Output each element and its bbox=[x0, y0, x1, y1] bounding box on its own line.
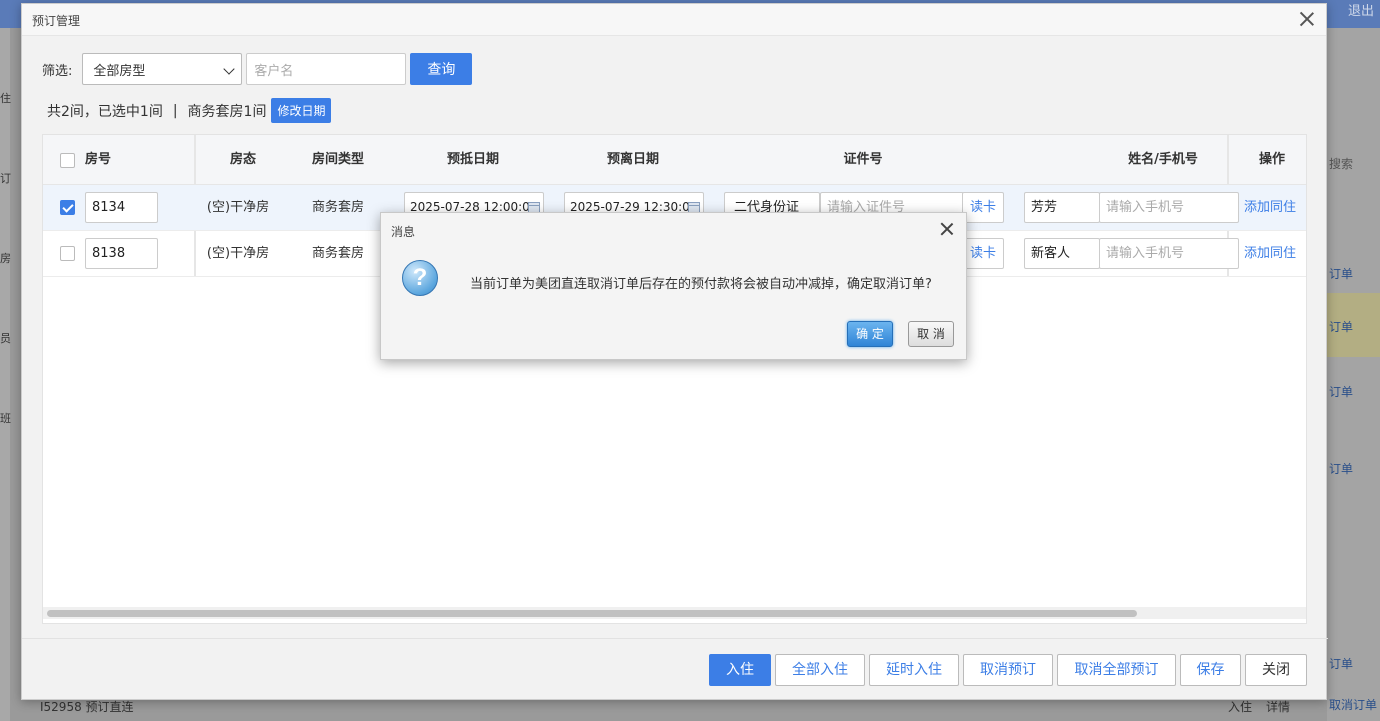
bg-nav-char[interactable]: 住 bbox=[0, 90, 11, 106]
save-button[interactable]: 保存 bbox=[1180, 654, 1241, 686]
logout-link[interactable]: 退出 bbox=[1348, 0, 1374, 19]
read-card-button[interactable]: 读卡 bbox=[962, 192, 1004, 223]
background-right-column: 搜索 订单 订单 订单 订单 订单 取消订单 bbox=[1327, 28, 1380, 721]
header-leave-date: 预离日期 bbox=[606, 152, 659, 167]
rooms-table: 房号 房态 房间类型 预抵日期 预离日期 证件号 姓名/手机号 操作 8134 … bbox=[42, 134, 1307, 624]
delay-check-in-button[interactable]: 延时入住 bbox=[869, 654, 959, 686]
message-header: 消息 bbox=[381, 213, 966, 245]
scrollbar-thumb[interactable] bbox=[47, 610, 1137, 617]
cancel-booking-button[interactable]: 取消预订 bbox=[963, 654, 1053, 686]
query-button[interactable]: 查询 bbox=[410, 53, 473, 85]
close-icon[interactable] bbox=[1298, 10, 1316, 28]
add-cohabitant-link[interactable]: 添加同住 bbox=[1244, 231, 1296, 277]
bg-order-link[interactable]: 订单 bbox=[1327, 460, 1380, 477]
cancel-all-bookings-button[interactable]: 取消全部预订 bbox=[1057, 654, 1176, 686]
dialog-title: 预订管理 bbox=[32, 14, 81, 28]
cancel-button[interactable]: 取 消 bbox=[908, 321, 954, 347]
selection-summary: 共2间，已选中1间 | 商务套房1间 修改日期 bbox=[47, 98, 332, 123]
confirm-button[interactable]: 确 定 bbox=[847, 321, 893, 347]
dialog-header: 预订管理 bbox=[22, 4, 1326, 36]
message-title: 消息 bbox=[391, 225, 416, 239]
customer-name-input[interactable]: 客户名 bbox=[246, 53, 407, 85]
room-type-value: 全部房型 bbox=[93, 63, 146, 79]
selected-room-text: 商务套房1间 bbox=[187, 103, 267, 120]
bg-order-link[interactable]: 订单 bbox=[1327, 265, 1380, 282]
modify-date-button[interactable]: 修改日期 bbox=[271, 98, 332, 123]
bg-order-link[interactable]: 订单 bbox=[1327, 383, 1380, 400]
bg-cancel-order-link[interactable]: 取消订单 bbox=[1327, 696, 1380, 713]
guest-name-input[interactable]: 新客人 bbox=[1024, 238, 1100, 269]
message-text: 当前订单为美团直连取消订单后存在的预付款将会被自动冲减掉，确定取消订单? bbox=[470, 277, 932, 292]
bg-nav-char[interactable]: 房 bbox=[0, 250, 11, 266]
room-type: 商务套房 bbox=[311, 200, 364, 215]
room-type-select[interactable]: 全部房型 bbox=[82, 53, 243, 85]
confirm-message-dialog: 消息 ? 当前订单为美团直连取消订单后存在的预付款将会被自动冲减掉，确定取消订单… bbox=[380, 212, 967, 360]
header-action: 操作 bbox=[1258, 152, 1285, 167]
header-arrive-date: 预抵日期 bbox=[446, 152, 499, 167]
summary-separator: | bbox=[172, 102, 178, 119]
header-id-no: 证件号 bbox=[843, 152, 883, 167]
room-no-field[interactable]: 8138 bbox=[85, 238, 158, 269]
background-left-nav: 住 订 房 员 班 bbox=[0, 28, 11, 721]
bg-nav-char[interactable]: 订 bbox=[0, 170, 11, 186]
bg-nav-char[interactable]: 班 bbox=[0, 410, 11, 426]
row-checkbox[interactable] bbox=[60, 246, 75, 261]
room-status: (空)干净房 bbox=[206, 200, 270, 215]
guest-name-input[interactable]: 芳芳 bbox=[1024, 192, 1100, 223]
header-status: 房态 bbox=[229, 152, 256, 167]
header-room-type: 房间类型 bbox=[311, 152, 364, 167]
bg-order-link[interactable]: 订单 bbox=[1327, 318, 1380, 335]
check-in-button[interactable]: 入住 bbox=[709, 654, 771, 686]
filter-bar: 筛选: 全部房型 客户名 查询 bbox=[42, 53, 473, 85]
bg-nav-char[interactable]: 员 bbox=[0, 330, 11, 346]
chevron-down-icon bbox=[223, 63, 236, 75]
add-cohabitant-link[interactable]: 添加同住 bbox=[1244, 185, 1296, 231]
bg-order-link[interactable]: 订单 bbox=[1327, 655, 1380, 672]
room-type: 商务套房 bbox=[311, 246, 364, 261]
dialog-footer: 入住 全部入住 延时入住 取消预订 取消全部预订 保存 关闭 bbox=[22, 638, 1328, 701]
close-button[interactable]: 关闭 bbox=[1245, 654, 1307, 686]
header-name-phone: 姓名/手机号 bbox=[1128, 152, 1198, 167]
horizontal-scrollbar[interactable] bbox=[43, 607, 1306, 619]
phone-input[interactable]: 请输入手机号 bbox=[1099, 192, 1239, 223]
select-all-checkbox[interactable] bbox=[60, 153, 75, 168]
phone-input[interactable]: 请输入手机号 bbox=[1099, 238, 1239, 269]
question-icon: ? bbox=[402, 260, 438, 296]
row-checkbox[interactable] bbox=[60, 200, 75, 215]
background-bottom-row: I52958 预订直连 入住 详情 bbox=[30, 700, 1330, 721]
close-icon[interactable] bbox=[940, 222, 954, 236]
room-status: (空)干净房 bbox=[206, 246, 270, 261]
bg-search-link[interactable]: 搜索 bbox=[1327, 155, 1380, 172]
check-in-all-button[interactable]: 全部入住 bbox=[775, 654, 865, 686]
filter-label: 筛选: bbox=[42, 63, 73, 79]
header-room-no: 房号 bbox=[84, 152, 111, 167]
room-count-text: 共2间，已选中1间 bbox=[47, 103, 163, 120]
room-no-field[interactable]: 8134 bbox=[85, 192, 158, 223]
table-header: 房号 房态 房间类型 预抵日期 预离日期 证件号 姓名/手机号 操作 bbox=[43, 135, 1306, 185]
read-card-button[interactable]: 读卡 bbox=[962, 238, 1004, 269]
